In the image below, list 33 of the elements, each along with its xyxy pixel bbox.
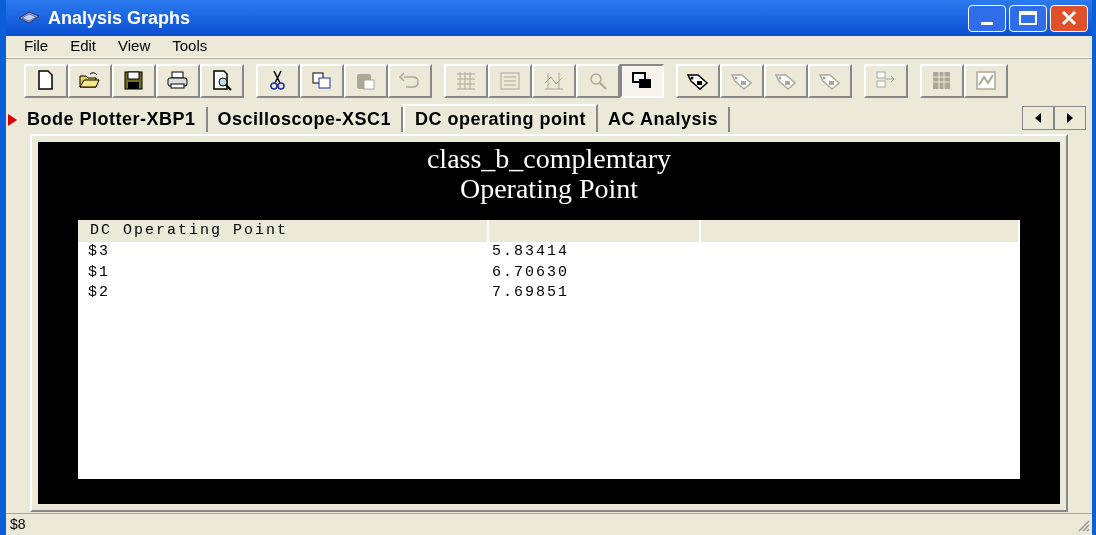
grid-icon	[454, 69, 478, 92]
resize-grip-icon	[1076, 517, 1090, 532]
table-cell-text: $3	[87, 242, 111, 262]
tab[interactable]: DC operating point	[403, 104, 599, 132]
table-cell-text: $2	[87, 283, 111, 303]
table-cell-text: $1	[87, 262, 111, 283]
app-icon	[18, 10, 40, 26]
table-cell-text: 6.70630	[491, 262, 570, 283]
close-icon	[1061, 11, 1077, 25]
menu-item[interactable]: Edit	[70, 35, 97, 58]
minimize-button[interactable]	[968, 4, 1006, 32]
print-preview-icon	[210, 69, 234, 92]
list-icon	[498, 69, 522, 92]
window-title: Analysis Graphs	[48, 6, 191, 30]
printer-icon	[166, 69, 190, 92]
close-button[interactable]	[1050, 4, 1088, 32]
graph-subtitle: Operating Point	[459, 174, 639, 204]
copy-icon	[310, 69, 334, 92]
toolbar-button[interactable]	[620, 63, 664, 98]
table-cell-text: 7.69851	[491, 283, 570, 303]
maximize-button[interactable]	[1009, 4, 1047, 32]
right-arrow-icon	[1066, 113, 1074, 123]
chart-icon	[974, 69, 998, 92]
scroll-left-button[interactable]	[1022, 106, 1054, 130]
menu-item[interactable]: View	[118, 35, 151, 58]
menu-item[interactable]: File	[24, 35, 49, 58]
column-header: DC Operating Point	[78, 220, 489, 242]
graph-title: class_b_complemtary	[426, 144, 672, 174]
status-text: $8	[10, 515, 26, 534]
scroll-right-button[interactable]	[1054, 106, 1086, 130]
left-arrow-icon	[1034, 113, 1042, 123]
menu-item[interactable]: Tools	[172, 35, 208, 58]
table-cell-text: 5.83414	[491, 242, 570, 262]
